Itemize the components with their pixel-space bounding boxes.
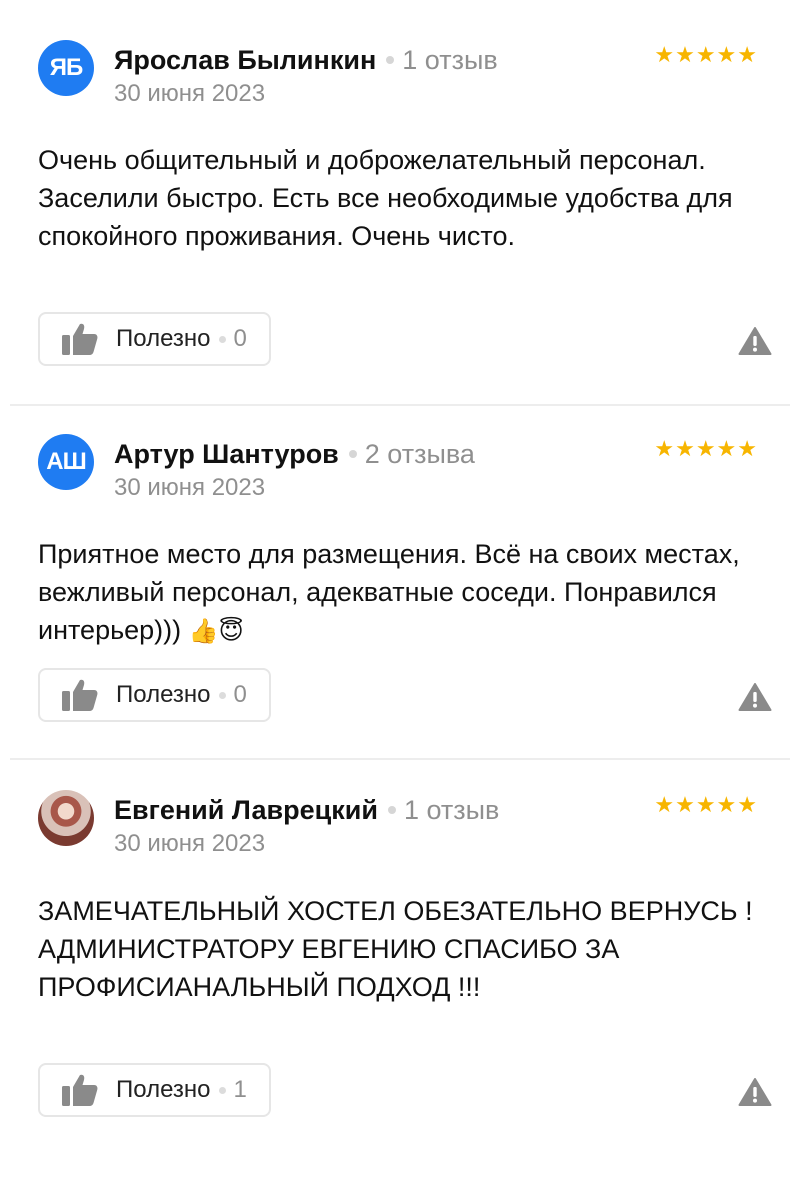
separator-dot (386, 56, 395, 64)
avatar[interactable] (38, 790, 94, 846)
review-text-body: Приятное место для размещения. Всё на св… (38, 539, 740, 645)
rating-stars: ★★★★★ (654, 42, 758, 67)
thumbs-up-icon (60, 1070, 100, 1110)
useful-button[interactable]: Полезно 1 (38, 1063, 271, 1117)
review-text: Приятное место для размещения. Всё на св… (38, 535, 758, 649)
author-review-count: 1 отзыв (403, 794, 500, 825)
rating-stars: ★★★★★ (654, 436, 758, 461)
review-date: 30 июня 2023 (114, 474, 266, 501)
separator-dot (348, 450, 357, 458)
useful-button[interactable]: Полезно 0 (38, 668, 271, 722)
review-date: 30 июня 2023 (114, 80, 266, 107)
author-name[interactable]: Артур Шантуров (114, 439, 339, 470)
useful-count: 0 (233, 681, 247, 708)
avatar[interactable]: ЯБ (38, 40, 94, 96)
author-name[interactable]: Ярослав Былинкин (114, 45, 376, 76)
useful-label: Полезно (116, 325, 211, 352)
useful-label: Полезно (116, 681, 211, 708)
author-review-count: 1 отзыв (402, 44, 498, 75)
thumbs-up-icon (60, 319, 100, 359)
review-text: Очень общительный и доброжелательный пер… (38, 145, 733, 251)
thumbs-up-icon (60, 675, 100, 715)
warning-triangle-icon[interactable] (738, 326, 772, 356)
review-text: ЗАМЕЧАТЕЛЬНЫЙ ХОСТЕЛ ОБЕЗАТЕЛЬНО ВЕРНУСЬ… (38, 896, 753, 1002)
divider (10, 404, 790, 406)
author-line: Артур Шантуров 2 отзыва (114, 434, 475, 474)
author-line: Евгений Лаврецкий 1 отзыв (114, 790, 499, 830)
useful-count: 0 (233, 325, 247, 352)
rating-stars: ★★★★★ (654, 792, 758, 817)
divider (10, 758, 790, 760)
author-line: Ярослав Былинкин 1 отзыв (114, 40, 498, 80)
separator-dot (218, 1086, 226, 1094)
warning-triangle-icon[interactable] (738, 1077, 772, 1107)
useful-count: 1 (233, 1076, 247, 1103)
review-date: 30 июня 2023 (114, 830, 266, 857)
author-name[interactable]: Евгений Лаврецкий (114, 795, 378, 826)
separator-dot (218, 691, 226, 699)
separator-dot (218, 335, 226, 343)
useful-label: Полезно (116, 1076, 211, 1103)
avatar[interactable]: АШ (38, 434, 94, 490)
useful-button[interactable]: Полезно 0 (38, 312, 271, 366)
author-review-count: 2 отзыва (364, 438, 475, 469)
emoji: 👍😇 (188, 618, 244, 645)
separator-dot (387, 806, 396, 814)
warning-triangle-icon[interactable] (738, 682, 772, 712)
